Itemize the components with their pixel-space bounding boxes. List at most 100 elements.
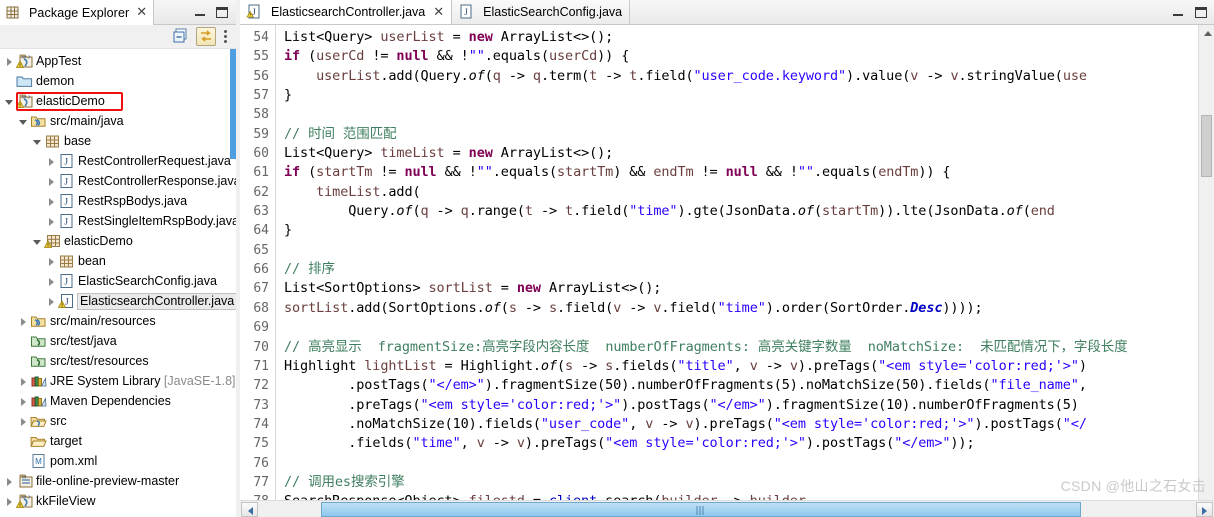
code-line[interactable]: // 排序: [284, 260, 1214, 279]
code-line[interactable]: .postTags("</em>").fragmentSize(50).numb…: [284, 376, 1214, 395]
code-line[interactable]: [284, 241, 1214, 260]
chevron-right-icon[interactable]: [18, 376, 29, 387]
tree-item[interactable]: src/test/resources: [0, 351, 236, 371]
code-line[interactable]: .fields("time", v -> v).preTags("<em sty…: [284, 434, 1214, 453]
code-line[interactable]: if (startTm != null && !"".equals(startT…: [284, 163, 1214, 182]
tree-item-label: elasticDemo: [36, 93, 105, 108]
scroll-up-icon[interactable]: [1199, 25, 1214, 41]
code-line[interactable]: [284, 454, 1214, 473]
scroll-left-icon[interactable]: [241, 501, 258, 517]
code-line[interactable]: .preTags("<em style='color:red;'>").post…: [284, 396, 1214, 415]
tree-item[interactable]: J ElasticSearchConfig.java: [0, 271, 236, 291]
code-line[interactable]: if (userCd != null && !"".equals(userCd)…: [284, 47, 1214, 66]
source-code[interactable]: List<Query> userList = new ArrayList<>()…: [276, 25, 1214, 500]
package-explorer-tabbar: Package Explorer ✕: [0, 0, 236, 25]
chevron-right-icon[interactable]: [46, 276, 57, 287]
tree-item[interactable]: M J AppTest: [0, 51, 236, 71]
code-line[interactable]: [284, 105, 1214, 124]
chevron-down-icon[interactable]: [4, 96, 15, 107]
chevron-right-icon[interactable]: [18, 416, 29, 427]
chevron-down-icon[interactable]: [32, 236, 43, 247]
maximize-icon[interactable]: [1194, 6, 1208, 19]
line-number: 54: [253, 30, 269, 45]
code-line[interactable]: }: [284, 221, 1214, 240]
hscroll-thumb[interactable]: [321, 501, 1081, 517]
tree-item[interactable]: J RestRspBodys.java: [0, 191, 236, 211]
line-number: 55: [253, 49, 269, 65]
chevron-right-icon[interactable]: [46, 256, 57, 267]
folder-java-icon: [30, 413, 47, 429]
chevron-right-icon[interactable]: [4, 476, 15, 487]
maximize-icon[interactable]: [215, 6, 229, 19]
code-editor[interactable]: 54 55 56 57 58 59 60 61 62 63 64 65 66 67 68 69 70 71 72 73…: [240, 25, 1214, 500]
line-number-gutter: 54 55 56 57 58 59 60 61 62 63 64 65 66 67 68 69 70 71 72 73…: [240, 25, 276, 500]
java-file-icon: J: [458, 4, 475, 20]
tree-item[interactable]: Maven Dependencies: [0, 391, 236, 411]
chevron-right-icon[interactable]: [46, 156, 57, 167]
tree-item[interactable]: J RestControllerRequest.java: [0, 151, 236, 171]
scroll-right-icon[interactable]: [1196, 501, 1213, 517]
tree-item[interactable]: J RestSingleItemRspBody.java: [0, 211, 236, 231]
tree-item[interactable]: base: [0, 131, 236, 151]
library-icon: [30, 373, 47, 389]
minimize-icon[interactable]: [193, 6, 207, 19]
chevron-down-icon[interactable]: [32, 136, 43, 147]
tree-item[interactable]: src: [0, 411, 236, 431]
source-folder-icon: [30, 333, 47, 349]
code-line[interactable]: .noMatchSize(10).fields("user_code", v -…: [284, 415, 1214, 434]
tree-item[interactable]: demon: [0, 71, 236, 91]
code-line[interactable]: Query.of(q -> q.range(t -> t.field("time…: [284, 202, 1214, 221]
chevron-right-icon[interactable]: [46, 216, 57, 227]
chevron-right-icon[interactable]: [46, 196, 57, 207]
tree-item[interactable]: J ElasticsearchController.java: [0, 291, 236, 311]
tree-item[interactable]: M JkkFileView: [0, 491, 236, 511]
hscroll-track[interactable]: [259, 501, 1195, 517]
code-line[interactable]: // 时间 范围匹配: [284, 125, 1214, 144]
code-line[interactable]: [284, 318, 1214, 337]
tab-elasticsearch-config[interactable]: J ElasticSearchConfig.java: [452, 0, 631, 24]
tree-item[interactable]: J RestControllerResponse.java: [0, 171, 236, 191]
code-line[interactable]: // 高亮显示 fragmentSize:高亮字段内容长度 numberOfFr…: [284, 338, 1214, 357]
editor-vscroll-thumb[interactable]: [1201, 115, 1212, 177]
chevron-right-icon[interactable]: [4, 496, 15, 507]
package-warning-icon: [43, 233, 61, 249]
code-line[interactable]: timeList.add(: [284, 183, 1214, 202]
java-file-icon: J: [58, 173, 75, 189]
code-line[interactable]: }: [284, 86, 1214, 105]
tree-item[interactable]: target: [0, 431, 236, 451]
chevron-right-icon[interactable]: [18, 396, 29, 407]
tree-item[interactable]: M JelasticDemo: [0, 91, 236, 111]
tree-item[interactable]: Mfile-online-preview-master: [0, 471, 236, 491]
code-line[interactable]: List<SortOptions> sortList = new ArrayLi…: [284, 279, 1214, 298]
collapse-all-icon[interactable]: [172, 27, 192, 46]
view-menu-icon[interactable]: [220, 27, 230, 46]
chevron-right-icon[interactable]: [46, 296, 57, 307]
close-icon[interactable]: ✕: [433, 6, 444, 19]
code-line[interactable]: List<Query> timeList = new ArrayList<>()…: [284, 144, 1214, 163]
chevron-right-icon[interactable]: [4, 56, 15, 67]
close-icon[interactable]: ✕: [136, 6, 147, 19]
java-file-icon: J: [58, 273, 75, 289]
tree-item[interactable]: src/main/resources: [0, 311, 236, 331]
tree-item[interactable]: bean: [0, 251, 236, 271]
tree-item[interactable]: elasticDemo: [0, 231, 236, 251]
project-tree[interactable]: M J AppTest demon M JelasticDemo src/main/java…: [0, 49, 236, 517]
chevron-down-icon[interactable]: [18, 116, 29, 127]
chevron-right-icon[interactable]: [18, 316, 29, 327]
tree-item[interactable]: src/test/java: [0, 331, 236, 351]
tab-elasticsearch-controller[interactable]: J ElasticsearchController.java ✕: [240, 0, 453, 24]
tab-package-explorer[interactable]: Package Explorer ✕: [0, 0, 155, 25]
link-with-editor-icon[interactable]: [196, 27, 216, 46]
tree-item[interactable]: JRE System Library [JavaSE-1.8]: [0, 371, 236, 391]
code-line[interactable]: List<Query> userList = new ArrayList<>()…: [284, 28, 1214, 47]
code-line[interactable]: Highlight lightList = Highlight.of(s -> …: [284, 357, 1214, 376]
code-line[interactable]: userList.add(Query.of(q -> q.term(t -> t…: [284, 67, 1214, 86]
line-number: 68: [253, 300, 269, 316]
code-line[interactable]: sortList.add(SortOptions.of(s -> s.field…: [284, 299, 1214, 318]
editor-vertical-scrollbar[interactable]: [1198, 25, 1214, 500]
minimize-icon[interactable]: [1171, 6, 1185, 19]
tree-item[interactable]: src/main/java: [0, 111, 236, 131]
tree-item[interactable]: Mpom.xml: [0, 451, 236, 471]
chevron-right-icon[interactable]: [46, 176, 57, 187]
editor-horizontal-scrollbar[interactable]: [240, 500, 1214, 517]
